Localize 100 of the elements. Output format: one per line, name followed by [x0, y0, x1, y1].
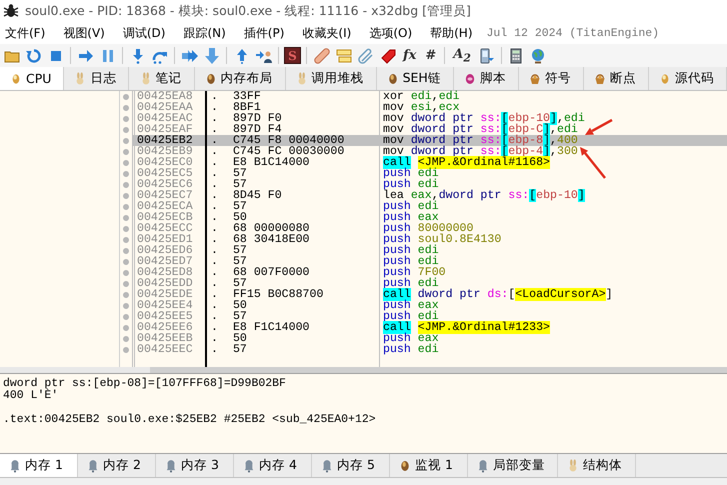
address-cell: 00425EA8	[132, 91, 205, 102]
address-cell: 00425ED1	[132, 234, 205, 245]
paperclip-icon[interactable]	[356, 46, 375, 65]
instruction-text: push soul0.8E4130	[383, 233, 502, 246]
breakpoint-dot-icon[interactable]	[123, 148, 129, 154]
bunny-icon	[140, 72, 150, 86]
bytes-cell: C745 F8 00040000	[232, 135, 344, 146]
breakpoint-dot-icon[interactable]	[123, 182, 129, 188]
breakpoint-dot-icon[interactable]	[123, 314, 129, 320]
row-marker: .	[211, 245, 218, 256]
breakpoint-dot-icon[interactable]	[123, 248, 129, 254]
address-cell: 00425ED6	[132, 245, 205, 256]
instruction-text: push edi	[383, 244, 439, 257]
breakpoint-dot-icon[interactable]	[123, 94, 129, 100]
bell-icon	[166, 458, 176, 472]
breakpoint-dot-icon[interactable]	[123, 116, 129, 122]
instruction-text: push 80000000	[383, 222, 474, 235]
menu-item[interactable]: 文件(F)	[5, 24, 46, 42]
tab[interactable]: 断点	[584, 67, 649, 90]
instruction-text: push edi	[383, 167, 439, 180]
tab[interactable]: 符号	[518, 67, 584, 90]
bell-icon	[322, 458, 332, 472]
address-cell: 00425EEC	[132, 344, 205, 355]
tab[interactable]: 脚本	[454, 67, 519, 90]
breakpoint-dot-icon[interactable]	[123, 104, 129, 110]
tab[interactable]: 笔记	[129, 67, 195, 90]
breakpoint-dot-icon[interactable]	[123, 302, 129, 308]
instruction-text: push edi	[383, 255, 439, 268]
address-cell: 00425EC7	[132, 190, 205, 201]
menu-item[interactable]: 帮助(H)	[430, 24, 473, 42]
menu-item[interactable]: 视图(V)	[63, 24, 105, 42]
tab[interactable]: 调用堆栈	[286, 67, 377, 90]
row-marker: .	[211, 234, 218, 245]
breakpoint-dot-icon[interactable]	[123, 280, 129, 286]
bytes-cell: 68 00000080	[232, 223, 310, 234]
address-cell: 00425EAC	[132, 113, 205, 124]
toolbar-button[interactable]: #	[422, 46, 440, 65]
address-cell: 00425EC0	[132, 157, 205, 168]
breakpoint-dot-icon[interactable]	[123, 226, 129, 232]
menu-item[interactable]: 插件(P)	[244, 24, 284, 42]
instruction-text: push edi	[383, 178, 439, 191]
tab[interactable]: SEH链	[376, 67, 454, 90]
instruction-text: call <JMP.&Ordinal#1233>	[383, 321, 550, 334]
tab[interactable]: 日志	[64, 67, 130, 90]
scrollbar[interactable]	[150, 367, 727, 373]
menu-item[interactable]: 收藏夹(I)	[302, 24, 352, 42]
bytes-cell: 897D F4	[232, 124, 282, 135]
info-text: dword ptr ss:[ebp-08]=[107FFF68]=D99B02BF	[3, 378, 287, 390]
build-info: Jul 12 2024 (TitanEngine)	[486, 26, 660, 40]
tab[interactable]: 内存布局	[194, 67, 286, 90]
menu-item[interactable]: 选项(O)	[369, 24, 412, 42]
bytes-cell: 57	[232, 179, 247, 190]
row-marker: .	[211, 333, 218, 344]
breakpoint-dot-icon[interactable]	[123, 258, 129, 264]
row-marker: .	[211, 157, 218, 168]
breakpoint-dot-icon[interactable]	[123, 138, 129, 144]
breakpoint-dot-icon[interactable]	[123, 292, 129, 298]
breakpoint-dot-icon[interactable]	[123, 170, 129, 176]
breakpoint-dot-icon[interactable]	[123, 270, 129, 276]
instruction-text: push eax	[383, 299, 439, 312]
instruction-text: push eax	[383, 211, 439, 224]
row-marker: .	[211, 322, 218, 333]
bytes-cell: 8D45 F0	[232, 190, 282, 201]
breakpoint-dot-icon[interactable]	[123, 236, 129, 242]
basket-icon	[530, 72, 540, 86]
breakpoint-dot-icon[interactable]	[123, 192, 129, 198]
breakpoint-dot-icon[interactable]	[123, 324, 129, 330]
egg-icon	[206, 72, 216, 86]
row-marker: .	[211, 212, 218, 223]
row-marker: .	[211, 91, 218, 102]
address-cell: 00425EE6	[132, 322, 205, 333]
tab[interactable]: 源代码	[648, 67, 727, 90]
breakpoint-dot-icon[interactable]	[123, 336, 129, 342]
breakpoint-dot-icon[interactable]	[123, 214, 129, 220]
breakpoint-dot-icon[interactable]	[123, 160, 129, 166]
tab[interactable]: CPU	[0, 67, 64, 90]
basket-icon	[594, 72, 605, 86]
menu-item[interactable]: 调试(D)	[122, 24, 166, 42]
bytes-cell: C745 FC 00030000	[232, 146, 344, 157]
row-marker: .	[211, 135, 218, 146]
tab[interactable]: 内存 1	[0, 454, 78, 477]
row-marker: .	[211, 190, 218, 201]
arrow-down-icon[interactable]	[202, 46, 221, 65]
bunny-icon	[296, 72, 307, 86]
address-cell: 00425EC6	[132, 179, 205, 190]
address-cell: 00425EDD	[132, 278, 205, 289]
breakpoint-dot-icon[interactable]	[123, 204, 129, 210]
egg-icon	[464, 72, 475, 86]
row-marker: .	[211, 102, 218, 113]
instruction-text: call <JMP.&Ordinal#1168>	[383, 156, 550, 169]
row-marker: .	[211, 300, 218, 311]
bytes-cell: 57	[232, 256, 247, 267]
bunny-icon	[568, 458, 578, 472]
breakpoint-dot-icon[interactable]	[123, 126, 129, 132]
toolbar-button[interactable]: A$_{2}$	[450, 46, 474, 65]
breakpoint-dot-icon[interactable]	[123, 346, 129, 352]
menu-item[interactable]: 跟踪(N)	[183, 24, 226, 42]
toolbar-button[interactable]: fx	[400, 46, 420, 65]
bell-icon	[88, 458, 98, 472]
instruction-text: push edi	[383, 310, 439, 323]
